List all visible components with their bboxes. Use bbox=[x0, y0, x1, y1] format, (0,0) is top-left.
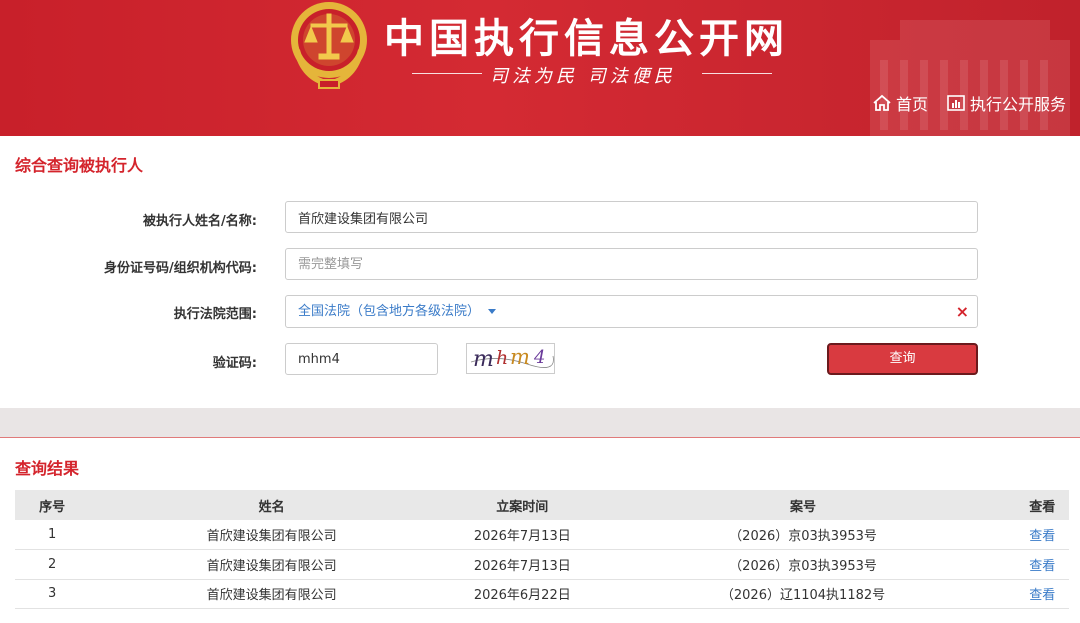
clear-icon[interactable]: × bbox=[956, 296, 969, 327]
col-index-header: 序号 bbox=[15, 490, 90, 520]
row-index: 3 bbox=[15, 579, 90, 609]
id-input[interactable] bbox=[285, 248, 978, 280]
row-index: 2 bbox=[15, 549, 90, 580]
query-button[interactable]: 查询 bbox=[827, 343, 978, 375]
row-name: 首欣建设集团有限公司 bbox=[89, 549, 455, 580]
col-action-header: 查看 bbox=[1015, 490, 1069, 520]
nav-home-label: 首页 bbox=[896, 95, 929, 114]
name-label: 被执行人姓名/名称: bbox=[143, 214, 257, 229]
site-title: 中国执行信息公开网 bbox=[384, 16, 789, 62]
row-case-no: （2026）京03执3953号 bbox=[590, 520, 1016, 550]
nav-home[interactable]: 首页 bbox=[872, 92, 928, 114]
chart-icon bbox=[947, 95, 965, 111]
results-table: 序号 姓名 立案时间 案号 查看 1 首欣建设集团有限公司 2026年7月13日… bbox=[15, 490, 1069, 609]
captcha-image[interactable]: m h m 4 bbox=[466, 343, 555, 374]
row-case-no: （2026）京03执3953号 bbox=[590, 549, 1016, 580]
nav-execution-service-label: 执行公开服务 bbox=[970, 95, 1067, 114]
row-date: 2026年6月22日 bbox=[454, 579, 591, 609]
table-row: 1 首欣建设集团有限公司 2026年7月13日 （2026）京03执3953号 … bbox=[15, 520, 1069, 550]
building-illustration bbox=[870, 20, 1070, 136]
court-select[interactable]: 全国法院（包含地方各级法院） × bbox=[285, 295, 978, 328]
table-row: 2 首欣建设集团有限公司 2026年7月13日 （2026）京03执3953号 … bbox=[15, 549, 1069, 580]
captcha-char-1: m bbox=[473, 347, 494, 372]
row-index: 1 bbox=[15, 520, 90, 550]
name-input[interactable] bbox=[285, 201, 978, 233]
results-panel: 查询结果 序号 姓名 立案时间 案号 查看 1 首欣建设集团有限公司 2026年… bbox=[0, 437, 1080, 623]
col-name-header: 姓名 bbox=[89, 490, 455, 520]
query-section-title: 综合查询被执行人 bbox=[15, 156, 144, 175]
table-header-row: 序号 姓名 立案时间 案号 查看 bbox=[15, 490, 1069, 520]
col-case-header: 案号 bbox=[590, 490, 1016, 520]
slogan-divider-right bbox=[702, 73, 772, 74]
home-icon bbox=[873, 94, 891, 111]
court-select-value: 全国法院（包含地方各级法院） bbox=[298, 304, 481, 319]
nav-execution-service[interactable]: 执行公开服务 bbox=[946, 92, 1066, 114]
site-slogan: 司法为民 司法便民 bbox=[490, 66, 676, 87]
captcha-char-3: m bbox=[510, 345, 530, 369]
captcha-label: 验证码: bbox=[212, 356, 257, 371]
chevron-down-icon bbox=[488, 309, 497, 314]
court-emblem-icon bbox=[291, 2, 367, 89]
slogan-row: 司法为民 司法便民 bbox=[412, 62, 772, 87]
captcha-char-2: h bbox=[496, 347, 508, 369]
captcha-char-4: 4 bbox=[533, 347, 545, 368]
col-date-header: 立案时间 bbox=[454, 490, 591, 520]
row-name: 首欣建设集团有限公司 bbox=[89, 579, 455, 609]
id-label: 身份证号码/组织机构代码: bbox=[104, 261, 257, 276]
view-link[interactable]: 查看 bbox=[1015, 520, 1069, 550]
row-date: 2026年7月13日 bbox=[454, 520, 591, 550]
row-name: 首欣建设集团有限公司 bbox=[89, 520, 455, 550]
row-case-no: （2026）辽1104执1182号 bbox=[590, 579, 1016, 609]
captcha-graphic: m h m 4 bbox=[470, 345, 554, 372]
slogan-divider-left bbox=[412, 73, 482, 74]
table-row: 3 首欣建设集团有限公司 2026年6月22日 （2026）辽1104执1182… bbox=[15, 579, 1069, 609]
results-section-title: 查询结果 bbox=[15, 459, 80, 478]
court-label: 执行法院范围: bbox=[173, 307, 257, 322]
view-link[interactable]: 查看 bbox=[1015, 549, 1069, 580]
captcha-input[interactable] bbox=[285, 343, 438, 375]
view-link[interactable]: 查看 bbox=[1015, 579, 1069, 609]
row-date: 2026年7月13日 bbox=[454, 549, 591, 580]
site-header: 中国执行信息公开网 司法为民 司法便民 首页 执行公开服务 bbox=[0, 0, 1080, 136]
